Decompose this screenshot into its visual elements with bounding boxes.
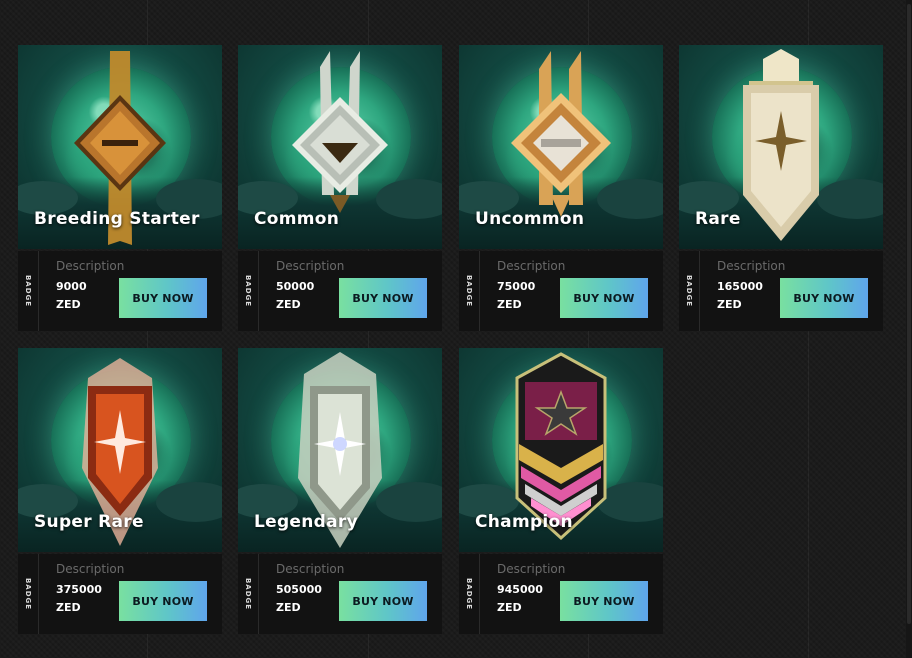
buy-now-button[interactable]: BUY NOW [560, 278, 648, 318]
buy-now-button[interactable]: BUY NOW [339, 581, 427, 621]
buy-now-button[interactable]: BUY NOW [560, 581, 648, 621]
badge-image[interactable]: Legendary [238, 348, 442, 552]
badge-name: Super Rare [34, 512, 144, 532]
price-amount: 75000 [497, 280, 536, 293]
price-text: 9000 ZED [56, 278, 87, 314]
description-label: Description [497, 562, 566, 576]
price-amount: 505000 [276, 583, 322, 596]
badge-image[interactable]: Uncommon [459, 45, 663, 249]
price-text: 945000 ZED [497, 581, 543, 617]
badge-card: Breeding Starter BADGE Description 9000 … [18, 45, 222, 331]
badge-info-panel: BADGE Description 375000 ZED BUY NOW [18, 554, 222, 634]
badge-side-label: BADGE [18, 251, 39, 331]
badge-card: Rare BADGE Description 165000 ZED BUY NO… [679, 45, 883, 331]
price-text: 50000 ZED [276, 278, 314, 314]
price-amount: 50000 [276, 280, 315, 293]
badge-image[interactable]: Super Rare [18, 348, 222, 552]
badge-side-label: BADGE [679, 251, 700, 331]
badge-card: Champion BADGE Description 945000 ZED BU… [459, 348, 663, 634]
badge-side-label: BADGE [18, 554, 39, 634]
price-currency: ZED [276, 601, 301, 614]
price-currency: ZED [56, 601, 81, 614]
price-amount: 165000 [717, 280, 763, 293]
badge-side-label: BADGE [459, 554, 480, 634]
page-scrollbar[interactable] [906, 0, 912, 658]
badge-name: Champion [475, 512, 573, 532]
badge-info-panel: BADGE Description 9000 ZED BUY NOW [18, 251, 222, 331]
badge-name: Legendary [254, 512, 358, 532]
badge-info-panel: BADGE Description 50000 ZED BUY NOW [238, 251, 442, 331]
badge-image[interactable]: Common [238, 45, 442, 249]
badge-image[interactable]: Champion [459, 348, 663, 552]
badge-info-panel: BADGE Description 75000 ZED BUY NOW [459, 251, 663, 331]
badge-info-panel: BADGE Description 505000 ZED BUY NOW [238, 554, 442, 634]
price-amount: 945000 [497, 583, 543, 596]
buy-now-button[interactable]: BUY NOW [780, 278, 868, 318]
description-label: Description [56, 259, 125, 273]
badge-card: Common BADGE Description 50000 ZED BUY N… [238, 45, 442, 331]
badge-image[interactable]: Rare [679, 45, 883, 249]
description-label: Description [497, 259, 566, 273]
description-label: Description [717, 259, 786, 273]
badge-card: Legendary BADGE Description 505000 ZED B… [238, 348, 442, 634]
price-amount: 9000 [56, 280, 87, 293]
badge-name: Rare [695, 209, 741, 229]
badge-name: Uncommon [475, 209, 585, 229]
description-label: Description [56, 562, 125, 576]
price-text: 505000 ZED [276, 581, 322, 617]
price-currency: ZED [276, 298, 301, 311]
scrollbar-thumb[interactable] [907, 4, 911, 624]
badge-card: Super Rare BADGE Description 375000 ZED … [18, 348, 222, 634]
price-text: 75000 ZED [497, 278, 535, 314]
price-text: 375000 ZED [56, 581, 102, 617]
description-label: Description [276, 562, 345, 576]
price-text: 165000 ZED [717, 278, 763, 314]
badge-name: Common [254, 209, 340, 229]
badge-name: Breeding Starter [34, 209, 200, 229]
price-currency: ZED [497, 298, 522, 311]
description-label: Description [276, 259, 345, 273]
buy-now-button[interactable]: BUY NOW [119, 278, 207, 318]
price-amount: 375000 [56, 583, 102, 596]
price-currency: ZED [497, 601, 522, 614]
badge-card: Uncommon BADGE Description 75000 ZED BUY… [459, 45, 663, 331]
buy-now-button[interactable]: BUY NOW [119, 581, 207, 621]
badge-side-label: BADGE [238, 251, 259, 331]
badge-side-label: BADGE [238, 554, 259, 634]
price-currency: ZED [56, 298, 81, 311]
badge-info-panel: BADGE Description 945000 ZED BUY NOW [459, 554, 663, 634]
badge-image[interactable]: Breeding Starter [18, 45, 222, 249]
badge-side-label: BADGE [459, 251, 480, 331]
buy-now-button[interactable]: BUY NOW [339, 278, 427, 318]
badge-info-panel: BADGE Description 165000 ZED BUY NOW [679, 251, 883, 331]
price-currency: ZED [717, 298, 742, 311]
